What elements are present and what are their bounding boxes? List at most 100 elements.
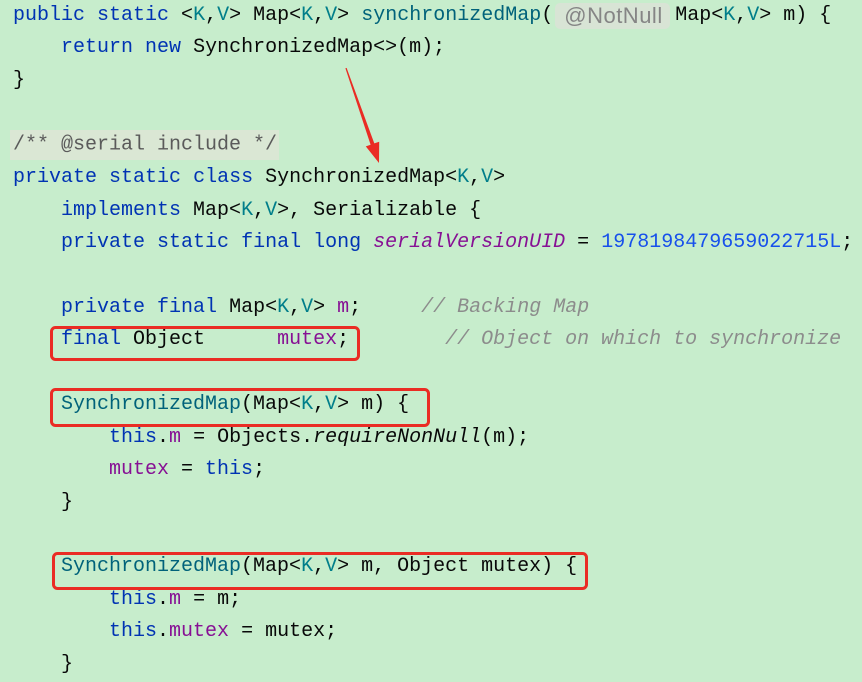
- static-method-call-token[interactable]: requireNonNull: [313, 426, 481, 449]
- code-text[interactable]: > Map<: [229, 4, 301, 27]
- code-text[interactable]: >: [313, 296, 337, 319]
- type-parameter-token[interactable]: V: [325, 555, 337, 578]
- field-name-token[interactable]: mutex: [277, 328, 337, 351]
- declaration-name-token[interactable]: SynchronizedMap: [61, 555, 241, 578]
- code-text[interactable]: ,: [205, 4, 217, 27]
- field-name-token[interactable]: m: [169, 426, 181, 449]
- code-text[interactable]: [13, 296, 61, 319]
- code-text[interactable]: Map<: [217, 296, 277, 319]
- code-text[interactable]: [301, 231, 313, 254]
- code-text[interactable]: ,: [735, 4, 747, 27]
- code-text[interactable]: [13, 36, 61, 59]
- code-text[interactable]: = m;: [181, 588, 241, 611]
- code-text[interactable]: (Map<: [241, 555, 301, 578]
- code-text[interactable]: SynchronizedMap<>(m);: [181, 36, 445, 59]
- code-line[interactable]: /** @serial include */: [10, 130, 862, 162]
- doc-comment-token[interactable]: /** @serial include */: [10, 130, 280, 161]
- keyword-token[interactable]: static: [97, 4, 169, 27]
- code-text[interactable]: [13, 231, 61, 254]
- code-text[interactable]: [13, 199, 61, 222]
- code-text[interactable]: = Objects.: [181, 426, 313, 449]
- code-line[interactable]: mutex = this;: [13, 454, 862, 486]
- code-text[interactable]: ,: [469, 166, 481, 189]
- code-text[interactable]: [145, 231, 157, 254]
- code-text[interactable]: [145, 296, 157, 319]
- code-text[interactable]: ;: [253, 458, 265, 481]
- type-parameter-token[interactable]: V: [325, 4, 337, 27]
- keyword-token[interactable]: new: [145, 36, 181, 59]
- code-line[interactable]: this.mutex = mutex;: [13, 616, 862, 648]
- code-text[interactable]: =: [169, 458, 205, 481]
- field-name-token[interactable]: mutex: [109, 458, 169, 481]
- type-parameter-token[interactable]: V: [325, 393, 337, 416]
- code-line[interactable]: [13, 260, 862, 292]
- code-text[interactable]: [85, 4, 97, 27]
- keyword-token[interactable]: final: [157, 296, 217, 319]
- code-text[interactable]: [361, 231, 373, 254]
- code-line[interactable]: }: [13, 65, 862, 97]
- code-line[interactable]: return new SynchronizedMap<>(m);: [13, 32, 862, 64]
- code-text[interactable]: [13, 328, 61, 351]
- code-text[interactable]: = mutex;: [229, 620, 337, 643]
- type-parameter-token[interactable]: K: [193, 4, 205, 27]
- code-line[interactable]: }: [13, 649, 862, 681]
- code-text[interactable]: [133, 36, 145, 59]
- code-text[interactable]: [181, 166, 193, 189]
- keyword-token[interactable]: this: [109, 620, 157, 643]
- code-text[interactable]: ,: [313, 393, 325, 416]
- keyword-token[interactable]: implements: [61, 199, 181, 222]
- type-parameter-token[interactable]: K: [301, 393, 313, 416]
- keyword-token[interactable]: static: [109, 166, 181, 189]
- field-name-token[interactable]: m: [169, 588, 181, 611]
- code-text[interactable]: Map<: [181, 199, 241, 222]
- keyword-token[interactable]: return: [61, 36, 133, 59]
- field-name-token[interactable]: mutex: [169, 620, 229, 643]
- code-text[interactable]: ,: [289, 296, 301, 319]
- code-text[interactable]: ;: [337, 328, 445, 351]
- code-text[interactable]: > m) {: [337, 393, 409, 416]
- keyword-token[interactable]: this: [109, 588, 157, 611]
- code-line[interactable]: [13, 357, 862, 389]
- keyword-token[interactable]: static: [157, 231, 229, 254]
- code-text[interactable]: (Map<: [241, 393, 301, 416]
- type-parameter-token[interactable]: K: [301, 4, 313, 27]
- code-text[interactable]: .: [157, 620, 169, 643]
- type-parameter-token[interactable]: V: [265, 199, 277, 222]
- code-text[interactable]: (: [541, 4, 553, 27]
- code-text[interactable]: =: [565, 231, 601, 254]
- declaration-name-token[interactable]: synchronizedMap: [361, 4, 541, 27]
- static-field-name-token[interactable]: serialVersionUID: [373, 231, 565, 254]
- code-line[interactable]: }: [13, 487, 862, 519]
- code-text[interactable]: >: [337, 4, 361, 27]
- keyword-token[interactable]: long: [313, 231, 361, 254]
- keyword-token[interactable]: class: [193, 166, 253, 189]
- line-comment-token[interactable]: // Backing Map: [421, 296, 589, 319]
- code-line[interactable]: this.m = m;: [13, 584, 862, 616]
- code-text[interactable]: [13, 588, 109, 611]
- code-text[interactable]: [97, 166, 109, 189]
- code-text[interactable]: (m);: [481, 426, 529, 449]
- code-text[interactable]: >, Serializable {: [277, 199, 481, 222]
- field-name-token[interactable]: m: [337, 296, 349, 319]
- code-text[interactable]: }: [13, 491, 73, 514]
- code-text[interactable]: <: [169, 4, 193, 27]
- keyword-token[interactable]: this: [109, 426, 157, 449]
- type-parameter-token[interactable]: V: [217, 4, 229, 27]
- code-line[interactable]: implements Map<K,V>, Serializable {: [13, 195, 862, 227]
- number-literal-token[interactable]: 1978198479659022715L: [601, 231, 841, 254]
- code-line[interactable]: private final Map<K,V> m; // Backing Map: [13, 292, 862, 324]
- code-text[interactable]: [13, 426, 109, 449]
- type-parameter-token[interactable]: V: [301, 296, 313, 319]
- keyword-token[interactable]: final: [61, 328, 121, 351]
- code-text[interactable]: [13, 555, 61, 578]
- code-text[interactable]: > m) {: [759, 4, 831, 27]
- type-parameter-token[interactable]: V: [747, 4, 759, 27]
- code-text[interactable]: >: [493, 166, 505, 189]
- code-text[interactable]: ;: [841, 231, 853, 254]
- code-text[interactable]: ;: [349, 296, 421, 319]
- code-line[interactable]: [13, 519, 862, 551]
- keyword-token[interactable]: private: [61, 231, 145, 254]
- type-parameter-token[interactable]: V: [481, 166, 493, 189]
- line-comment-token[interactable]: // Object on which to synchronize: [445, 328, 841, 351]
- code-text[interactable]: [13, 393, 61, 416]
